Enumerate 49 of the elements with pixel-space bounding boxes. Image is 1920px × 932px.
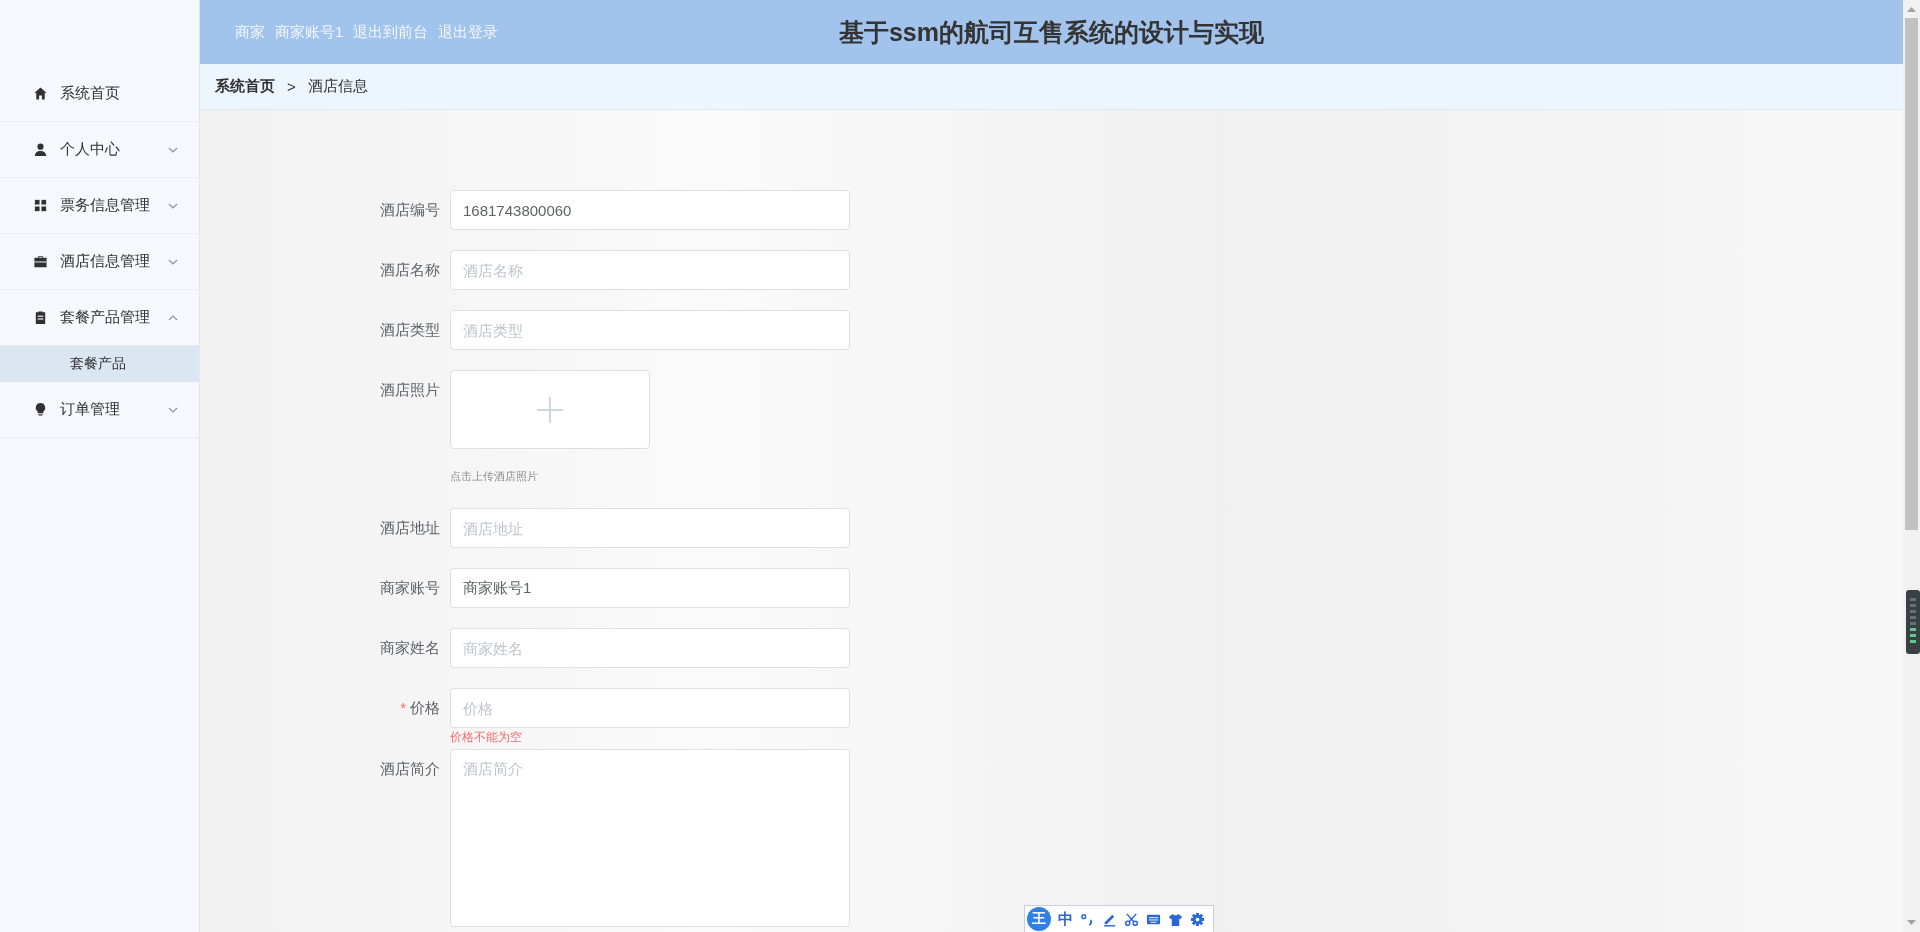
level-meter-widget <box>1906 590 1920 654</box>
input-mode-toggle[interactable]: 中 <box>1058 909 1073 929</box>
breadcrumb-separator: > <box>287 78 296 95</box>
error-message: 价格不能为空 <box>450 729 523 746</box>
submenu-item[interactable]: 套餐产品 <box>0 346 199 382</box>
plus-icon <box>536 395 564 424</box>
scroll-down-arrow-icon <box>1907 918 1916 927</box>
input-field[interactable]: 1681743800060 <box>450 190 850 230</box>
menu-item[interactable]: 票务信息管理 <box>0 178 199 234</box>
system-title: 基于ssm的航司互售系统的设计与实现 <box>838 16 1264 48</box>
menu-item[interactable]: 个人中心 <box>0 122 199 178</box>
breadcrumb-item[interactable]: 系统首页 <box>215 77 275 96</box>
field-label: 酒店简介 <box>380 759 440 779</box>
briefcase-icon <box>33 254 48 269</box>
gear-icon[interactable] <box>1190 911 1205 927</box>
field-label: 酒店名称 <box>380 260 440 280</box>
user-icon <box>33 142 48 157</box>
field-label: 酒店类型 <box>380 320 440 340</box>
scissors-icon[interactable] <box>1124 911 1139 927</box>
upload-hint: 点击上传酒店照片 <box>450 469 539 484</box>
menu-item[interactable]: 酒店信息管理 <box>0 234 199 290</box>
field-label: 商家账号 <box>380 578 440 598</box>
field-label: 商家姓名 <box>380 638 440 658</box>
lightbulb-icon <box>33 402 48 417</box>
input-field[interactable]: 商家账号1 <box>450 568 850 608</box>
field-label: 酒店照片 <box>380 380 440 400</box>
grid-icon <box>33 198 48 213</box>
field-label: 酒店地址 <box>380 518 440 538</box>
scroll-up-arrow-icon <box>1907 5 1916 14</box>
username: 商家账号1 <box>275 22 344 42</box>
home-icon <box>33 86 48 101</box>
menu-item[interactable]: 订单管理 <box>0 382 199 438</box>
user-role: 商家 <box>235 22 265 42</box>
field-label: 酒店编号 <box>380 200 440 220</box>
clipboard-icon <box>33 310 48 325</box>
field-label: 价格 <box>410 698 440 718</box>
input-field[interactable]: 酒店名称 <box>450 250 850 290</box>
menu-item[interactable]: 系统首页 <box>0 66 199 122</box>
input-field[interactable]: 酒店地址 <box>450 508 850 548</box>
punctuation-icon[interactable] <box>1080 911 1095 927</box>
input-field[interactable]: 酒店类型 <box>450 310 850 350</box>
input-field[interactable]: 价格 <box>450 688 850 728</box>
shirt-icon[interactable] <box>1168 911 1183 927</box>
ime-logo[interactable]: 王 <box>1027 907 1051 931</box>
required-asterisk: * <box>400 698 406 718</box>
breadcrumb-item: 酒店信息 <box>307 77 368 96</box>
textarea-field[interactable]: 酒店简介 <box>450 749 850 927</box>
scrollbar-thumb[interactable] <box>1905 18 1918 530</box>
input-field[interactable]: 商家姓名 <box>450 628 850 668</box>
